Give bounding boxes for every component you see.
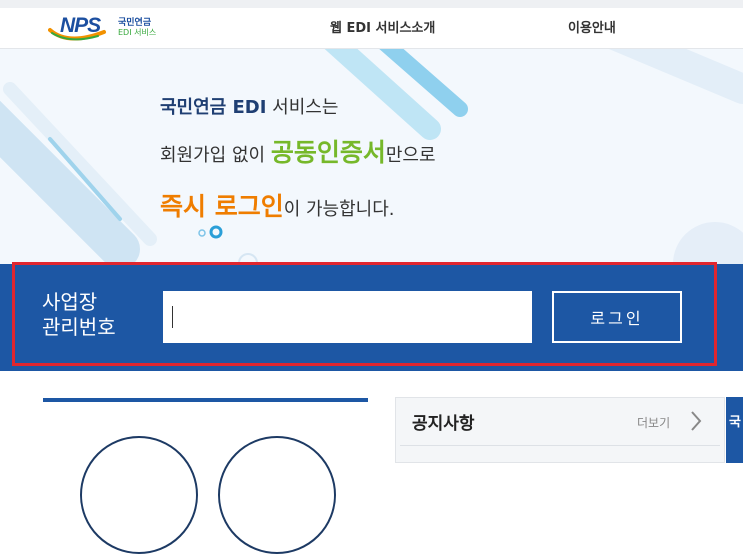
hero-line-3: 즉시 로그인이 가능합니다. (160, 187, 395, 223)
site-header: NPS 국민연금 EDI 서비스 웹 EDI 서비스소개 이용안내 (0, 0, 743, 49)
hero-banner: 국민연금 EDI 서비스는 회원가입 없이 공동인증서만으로 즉시 로그인이 가… (0, 49, 743, 264)
hero-login-highlight: 즉시 로그인 (160, 192, 284, 221)
nav-usage-guide[interactable]: 이용안내 (568, 17, 616, 36)
chevron-right-icon[interactable] (689, 410, 703, 432)
hero-certificate-highlight: 공동인증서 (270, 138, 386, 167)
side-tab-label: 국 (729, 415, 741, 430)
notice-title: 공지사항 (412, 414, 475, 434)
hero-line-2: 회원가입 없이 공동인증서만으로 (160, 133, 436, 169)
hero-line-3-post: 이 가능합니다. (283, 199, 395, 220)
label-line-2: 관리번호 (42, 315, 116, 339)
top-strip (0, 0, 743, 8)
logo-text: NPS (60, 14, 101, 37)
quick-menu-circle[interactable] (218, 436, 336, 554)
logo-service-name: EDI 서비스 (118, 28, 157, 37)
text-cursor (172, 306, 173, 328)
nav-service-intro[interactable]: 웹 EDI 서비스소개 (330, 17, 435, 36)
section-top-bar (43, 398, 368, 402)
more-link[interactable]: 더보기 (637, 414, 670, 431)
quick-menu-circle[interactable] (80, 436, 198, 554)
side-tab[interactable]: 국 (726, 397, 743, 463)
business-number-input[interactable] (163, 291, 532, 343)
nps-logo[interactable]: NPS 국민연금 EDI 서비스 (48, 14, 188, 41)
notice-divider (400, 445, 720, 446)
hero-line-2-pre: 회원가입 없이 (160, 145, 271, 166)
hero-line-2-post: 만으로 (385, 145, 436, 166)
label-line-1: 사업장 (42, 290, 98, 314)
business-number-label: 사업장 관리번호 (42, 290, 116, 340)
hero-brand: 국민연금 EDI (160, 97, 267, 118)
login-button[interactable]: 로그인 (552, 291, 682, 343)
hero-line-1: 국민연금 EDI 서비스는 (160, 93, 338, 119)
hero-line-1-rest: 서비스는 (266, 97, 339, 118)
